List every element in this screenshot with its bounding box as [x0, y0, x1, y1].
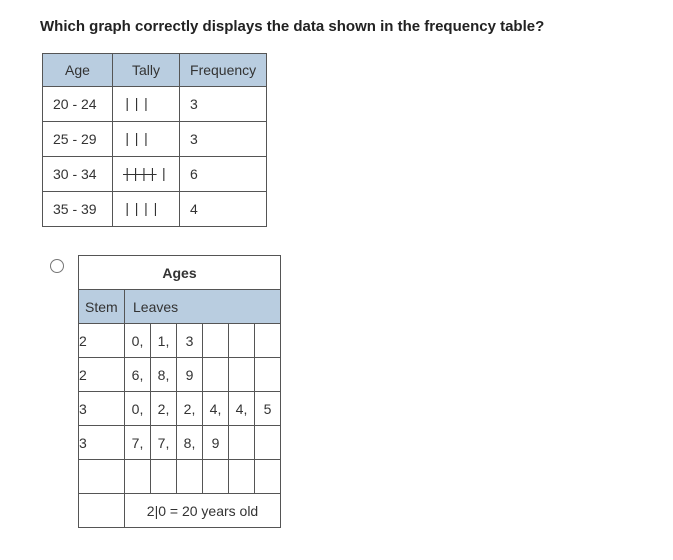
table-row: 35 - 39 |||| 4: [43, 192, 267, 227]
age-cell: 20 - 24: [43, 87, 113, 122]
table-row: 2 6, 8, 9: [79, 358, 281, 392]
leaf-cell: 7,: [151, 426, 177, 460]
freq-cell: 3: [180, 122, 267, 157]
stem-leaf-table: Ages Stem Leaves 2 0, 1, 3 2 6, 8, 9 3 0…: [78, 255, 281, 528]
leaf-cell: 6,: [125, 358, 151, 392]
leaf-cell: [203, 324, 229, 358]
age-cell: 25 - 29: [43, 122, 113, 157]
leaf-cell: [255, 426, 281, 460]
leaf-cell: 1,: [151, 324, 177, 358]
leaf-cell: [125, 460, 151, 494]
leaf-cell: 2,: [151, 392, 177, 426]
table-row: 20 - 24 ||| 3: [43, 87, 267, 122]
leaf-cell: 0,: [125, 392, 151, 426]
age-cell: 35 - 39: [43, 192, 113, 227]
answer-option: Ages Stem Leaves 2 0, 1, 3 2 6, 8, 9 3 0…: [50, 255, 633, 528]
freq-cell: 3: [180, 87, 267, 122]
age-cell: 30 - 34: [43, 157, 113, 192]
option-radio[interactable]: [50, 259, 64, 273]
freq-header-tally: Tally: [113, 54, 180, 87]
leaf-cell: [255, 324, 281, 358]
leaf-cell: [203, 358, 229, 392]
leaf-cell: 3: [177, 324, 203, 358]
leaf-cell: [255, 358, 281, 392]
table-row: 3 7, 7, 8, 9: [79, 426, 281, 460]
leaf-cell: 8,: [177, 426, 203, 460]
frequency-table: Age Tally Frequency 20 - 24 ||| 3 25 - 2…: [42, 53, 267, 227]
stem-leaf-key: 2|0 = 20 years old: [125, 494, 281, 528]
freq-header-frequency: Frequency: [180, 54, 267, 87]
leaf-cell: [177, 460, 203, 494]
freq-cell: 4: [180, 192, 267, 227]
leaf-cell: 7,: [125, 426, 151, 460]
leaf-cell: [151, 460, 177, 494]
leaf-cell: 9: [177, 358, 203, 392]
key-row: 2|0 = 20 years old: [79, 494, 281, 528]
freq-cell: 6: [180, 157, 267, 192]
leaf-cell: [203, 460, 229, 494]
table-row: [79, 460, 281, 494]
empty-stem-cell: [79, 494, 125, 528]
question-text: Which graph correctly displays the data …: [40, 18, 633, 35]
stem-cell: 3: [79, 426, 125, 460]
table-row: 25 - 29 ||| 3: [43, 122, 267, 157]
table-row: 3 0, 2, 2, 4, 4, 5: [79, 392, 281, 426]
tally-cell: |||: [113, 122, 180, 157]
table-row: 30 - 34 ||||| 6: [43, 157, 267, 192]
stem-cell: 3: [79, 392, 125, 426]
leaf-cell: 9: [203, 426, 229, 460]
freq-header-age: Age: [43, 54, 113, 87]
leaf-cell: 4,: [203, 392, 229, 426]
stem-header: Stem: [79, 290, 125, 324]
leaf-cell: 8,: [151, 358, 177, 392]
empty-stem-cell: [79, 460, 125, 494]
leaf-cell: 4,: [229, 392, 255, 426]
tally-cell: |||: [113, 87, 180, 122]
leaf-cell: [229, 324, 255, 358]
leaf-cell: [229, 426, 255, 460]
leaf-cell: [229, 460, 255, 494]
leaf-cell: [255, 460, 281, 494]
leaf-cell: 0,: [125, 324, 151, 358]
table-row: 2 0, 1, 3: [79, 324, 281, 358]
stem-leaf-title: Ages: [79, 256, 281, 290]
stem-cell: 2: [79, 324, 125, 358]
tally-cell: |||||: [113, 157, 180, 192]
leaf-cell: 5: [255, 392, 281, 426]
stem-cell: 2: [79, 358, 125, 392]
leaf-cell: [229, 358, 255, 392]
leaves-header: Leaves: [125, 290, 281, 324]
leaf-cell: 2,: [177, 392, 203, 426]
tally-cell: ||||: [113, 192, 180, 227]
